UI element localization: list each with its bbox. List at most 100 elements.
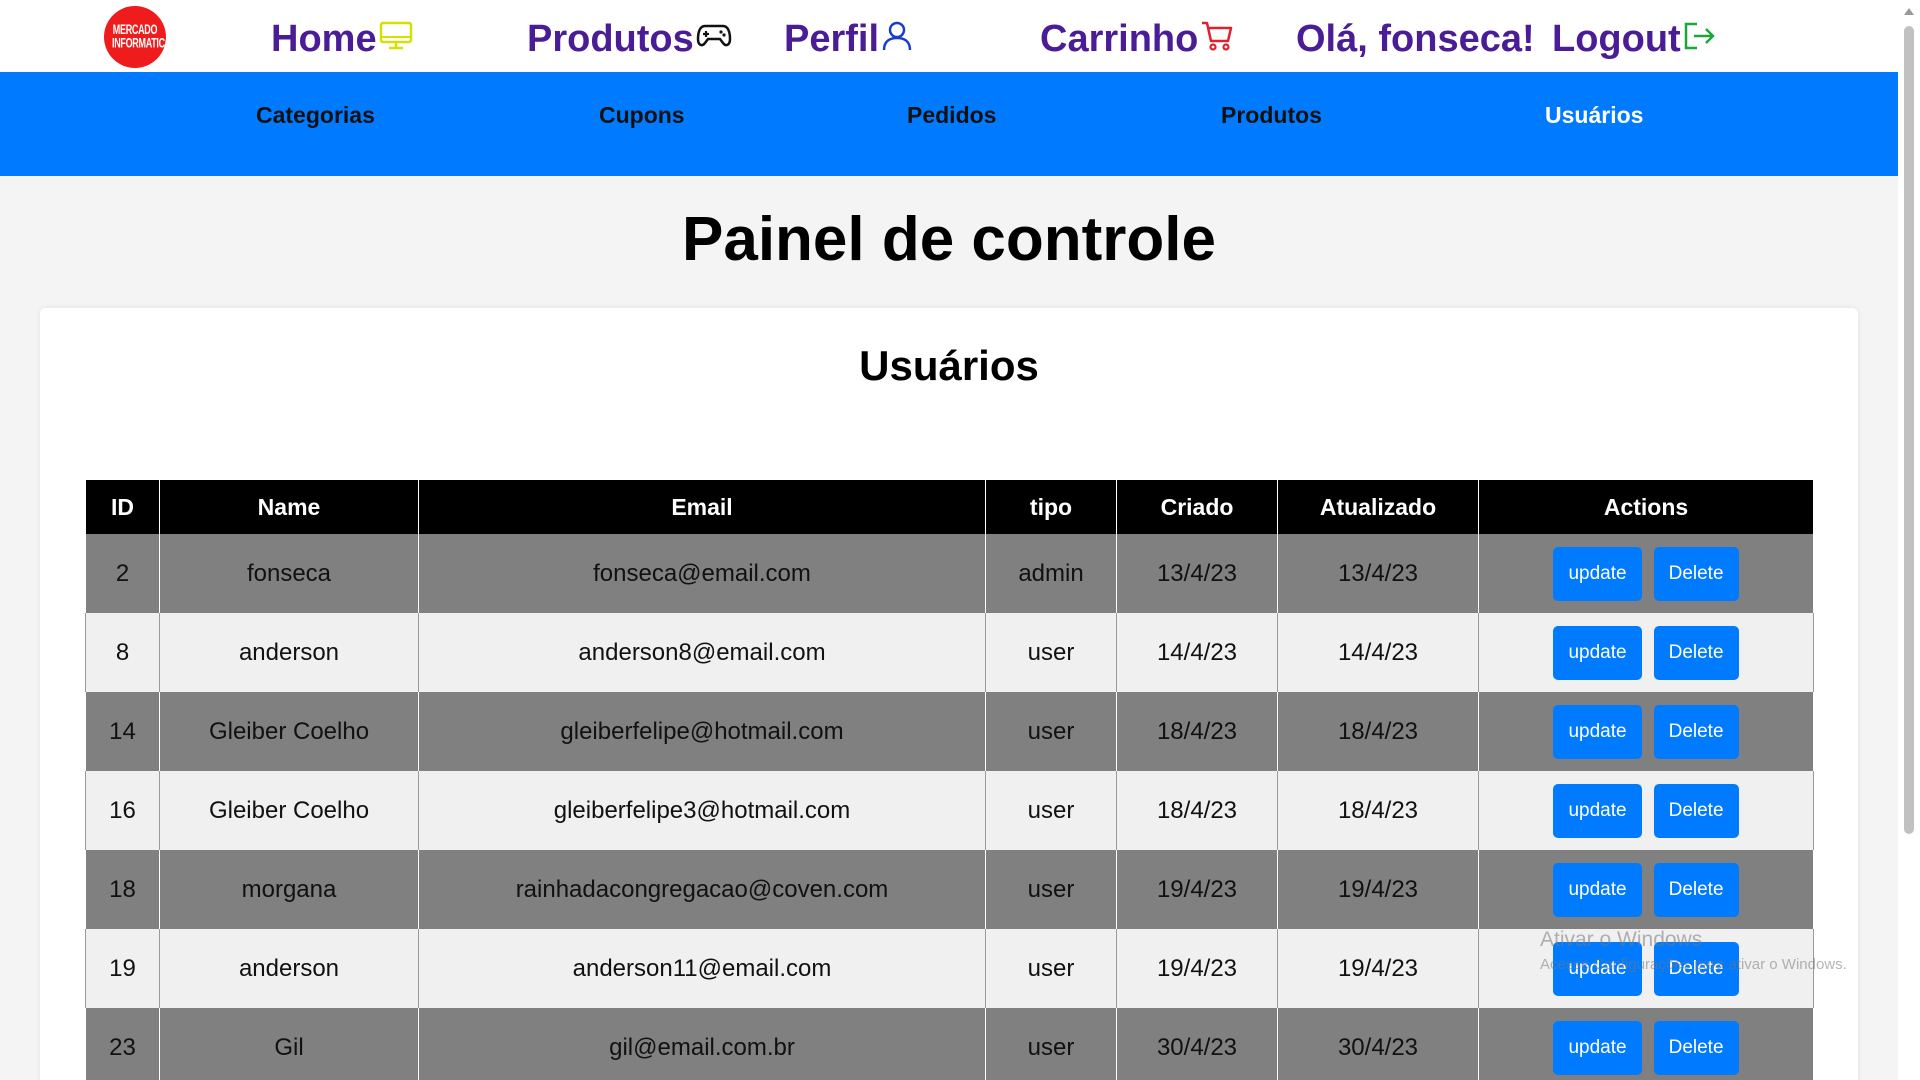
cell-id: 19 bbox=[85, 929, 160, 1008]
admin-nav-usuarios[interactable]: Usuários bbox=[1545, 102, 1643, 129]
cell-email: fonseca@email.com bbox=[418, 534, 986, 613]
greeting-label: Olá, fonseca! bbox=[1296, 17, 1535, 60]
table-header-row: ID Name Email tipo Criado Atualizado Act… bbox=[85, 480, 1814, 534]
table-row: 14 Gleiber Coelho gleiberfelipe@hotmail.… bbox=[85, 692, 1814, 771]
header-atualizado[interactable]: Atualizado bbox=[1277, 480, 1479, 534]
header-actions: Actions bbox=[1478, 480, 1814, 534]
delete-button[interactable]: Delete bbox=[1653, 546, 1739, 601]
nav-greeting[interactable]: Olá, fonseca! bbox=[1296, 14, 1535, 64]
users-table: ID Name Email tipo Criado Atualizado Act… bbox=[85, 480, 1814, 1080]
cell-id: 8 bbox=[85, 613, 160, 692]
cell-name: anderson bbox=[159, 613, 419, 692]
header-id[interactable]: ID bbox=[85, 480, 160, 534]
windows-activation-watermark: Ativar o Windows Acesse Configurações pa… bbox=[1540, 928, 1847, 973]
nav-perfil[interactable]: Perfil bbox=[784, 14, 913, 64]
table-row: 23 Gil gil@email.com.br user 30/4/23 30/… bbox=[85, 1008, 1814, 1080]
nav-perfil-label: Perfil bbox=[784, 17, 880, 60]
cell-tipo: user bbox=[985, 692, 1117, 771]
admin-nav-cupons[interactable]: Cupons bbox=[599, 102, 685, 129]
cell-actions: update Delete bbox=[1478, 534, 1814, 613]
table-row: 8 anderson anderson8@email.com user 14/4… bbox=[85, 613, 1814, 692]
nav-carrinho[interactable]: Carrinho bbox=[1040, 14, 1234, 64]
header-criado[interactable]: Criado bbox=[1116, 480, 1278, 534]
cell-id: 2 bbox=[85, 534, 160, 613]
user-icon bbox=[882, 21, 912, 51]
cell-email: anderson8@email.com bbox=[418, 613, 986, 692]
cell-atualizado: 13/4/23 bbox=[1277, 534, 1479, 613]
logout-icon bbox=[1684, 22, 1715, 50]
delete-button[interactable]: Delete bbox=[1653, 1020, 1739, 1075]
cell-criado: 19/4/23 bbox=[1116, 850, 1278, 929]
cell-actions: update Delete bbox=[1478, 613, 1814, 692]
header-email[interactable]: Email bbox=[418, 480, 986, 534]
top-navbar: MERCADO INFORMATICO Home Produtos Perfil bbox=[0, 0, 1898, 72]
cell-atualizado: 18/4/23 bbox=[1277, 692, 1479, 771]
nav-logout[interactable]: Logout bbox=[1552, 14, 1717, 64]
logo-text: MERCADO INFORMATICO bbox=[112, 22, 172, 51]
admin-nav-pedidos[interactable]: Pedidos bbox=[907, 102, 996, 129]
update-button[interactable]: update bbox=[1553, 1020, 1642, 1075]
cart-icon bbox=[1202, 21, 1233, 51]
section-title: Usuários bbox=[859, 342, 1039, 389]
cell-email: gleiberfelipe@hotmail.com bbox=[418, 692, 986, 771]
cell-tipo: user bbox=[985, 850, 1117, 929]
cell-email: rainhadacongregacao@coven.com bbox=[418, 850, 986, 929]
cell-name: Gleiber Coelho bbox=[159, 771, 419, 850]
scrollbar-thumb[interactable] bbox=[1904, 26, 1914, 834]
gamepad-icon bbox=[696, 24, 732, 47]
cell-name: Gleiber Coelho bbox=[159, 692, 419, 771]
delete-button[interactable]: Delete bbox=[1653, 625, 1739, 680]
watermark-title: Ativar o Windows bbox=[1540, 928, 1703, 951]
cell-email: gleiberfelipe3@hotmail.com bbox=[418, 771, 986, 850]
admin-nav-produtos[interactable]: Produtos bbox=[1221, 102, 1322, 129]
update-button[interactable]: update bbox=[1553, 783, 1642, 838]
cell-tipo: admin bbox=[985, 534, 1117, 613]
cell-actions: update Delete bbox=[1478, 1008, 1814, 1080]
header-tipo[interactable]: tipo bbox=[985, 480, 1117, 534]
cell-atualizado: 30/4/23 bbox=[1277, 1008, 1479, 1080]
cell-criado: 18/4/23 bbox=[1116, 771, 1278, 850]
scroll-up-arrow-icon[interactable] bbox=[1904, 8, 1914, 15]
cell-id: 14 bbox=[85, 692, 160, 771]
cell-name: morgana bbox=[159, 850, 419, 929]
cell-atualizado: 18/4/23 bbox=[1277, 771, 1479, 850]
cell-tipo: user bbox=[985, 613, 1117, 692]
admin-nav-categorias[interactable]: Categorias bbox=[256, 102, 375, 129]
nav-produtos[interactable]: Produtos bbox=[527, 14, 732, 64]
cell-tipo: user bbox=[985, 1008, 1117, 1080]
cell-email: anderson11@email.com bbox=[418, 929, 986, 1008]
cell-name: fonseca bbox=[159, 534, 419, 613]
page-title: Painel de controle bbox=[681, 205, 1217, 274]
monitor-icon bbox=[379, 21, 412, 50]
cell-criado: 30/4/23 bbox=[1116, 1008, 1278, 1080]
cell-actions: update Delete bbox=[1478, 692, 1814, 771]
update-button[interactable]: update bbox=[1553, 704, 1642, 759]
delete-button[interactable]: Delete bbox=[1653, 783, 1739, 838]
store-logo[interactable]: MERCADO INFORMATICO bbox=[104, 6, 172, 68]
cell-tipo: user bbox=[985, 771, 1117, 850]
nav-home-label: Home bbox=[271, 17, 377, 60]
cell-actions: update Delete bbox=[1478, 850, 1814, 929]
nav-logout-label: Logout bbox=[1552, 17, 1681, 60]
nav-home[interactable]: Home bbox=[271, 14, 413, 64]
cell-name: Gil bbox=[159, 1008, 419, 1080]
cell-atualizado: 14/4/23 bbox=[1277, 613, 1479, 692]
cell-actions: update Delete bbox=[1478, 771, 1814, 850]
cell-criado: 18/4/23 bbox=[1116, 692, 1278, 771]
cell-name: anderson bbox=[159, 929, 419, 1008]
update-button[interactable]: update bbox=[1553, 546, 1642, 601]
delete-button[interactable]: Delete bbox=[1653, 862, 1739, 917]
vertical-scrollbar[interactable] bbox=[1898, 0, 1920, 1080]
cell-atualizado: 19/4/23 bbox=[1277, 929, 1479, 1008]
cell-criado: 14/4/23 bbox=[1116, 613, 1278, 692]
delete-button[interactable]: Delete bbox=[1653, 704, 1739, 759]
watermark-subtitle: Acesse Configurações para ativar o Windo… bbox=[1540, 956, 1847, 973]
cell-atualizado: 19/4/23 bbox=[1277, 850, 1479, 929]
cell-email: gil@email.com.br bbox=[418, 1008, 986, 1080]
update-button[interactable]: update bbox=[1553, 625, 1642, 680]
table-row: 18 morgana rainhadacongregacao@coven.com… bbox=[85, 850, 1814, 929]
header-name[interactable]: Name bbox=[159, 480, 419, 534]
update-button[interactable]: update bbox=[1553, 862, 1642, 917]
cell-id: 23 bbox=[85, 1008, 160, 1080]
table-row: 16 Gleiber Coelho gleiberfelipe3@hotmail… bbox=[85, 771, 1814, 850]
